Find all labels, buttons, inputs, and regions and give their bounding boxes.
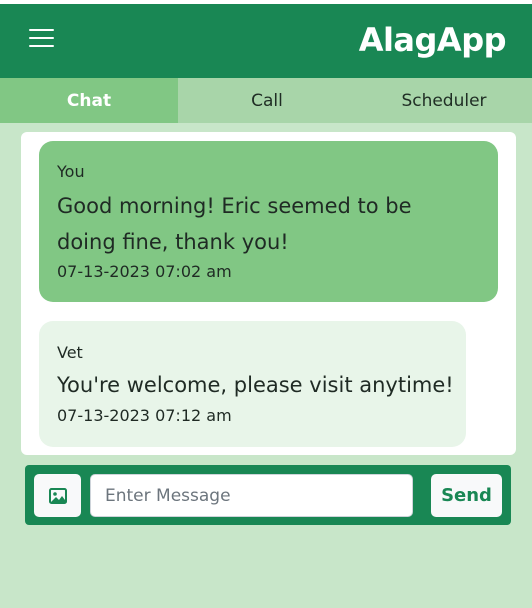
tab-scheduler[interactable]: Scheduler <box>356 78 532 123</box>
message-text-line: You're welcome, please visit anytime! <box>57 373 454 397</box>
message-sender: Vet <box>57 343 83 362</box>
message-bubble-outgoing: You Good morning! Eric seemed to be doin… <box>39 141 498 302</box>
message-text-line: doing fine, thank you! <box>57 230 289 254</box>
chat-panel: You Good morning! Eric seemed to be doin… <box>21 132 516 455</box>
app-title: AlagApp <box>358 21 507 59</box>
app-header: AlagApp <box>0 4 532 78</box>
message-composer: Send <box>25 465 511 525</box>
message-bubble-incoming: Vet You're welcome, please visit anytime… <box>39 321 466 447</box>
message-timestamp: 07-13-2023 07:02 am <box>57 262 232 281</box>
hamburger-menu-icon[interactable] <box>29 27 54 49</box>
message-text-line: Good morning! Eric seemed to be <box>57 194 412 218</box>
attach-image-button[interactable] <box>34 474 81 517</box>
send-button[interactable]: Send <box>431 474 502 517</box>
tab-chat[interactable]: Chat <box>0 78 178 123</box>
message-input[interactable] <box>90 474 413 517</box>
message-timestamp: 07-13-2023 07:12 am <box>57 406 232 425</box>
image-icon <box>48 487 67 504</box>
tab-bar: Chat Call Scheduler <box>0 78 532 123</box>
message-sender: You <box>57 162 85 181</box>
tab-call[interactable]: Call <box>178 78 356 123</box>
